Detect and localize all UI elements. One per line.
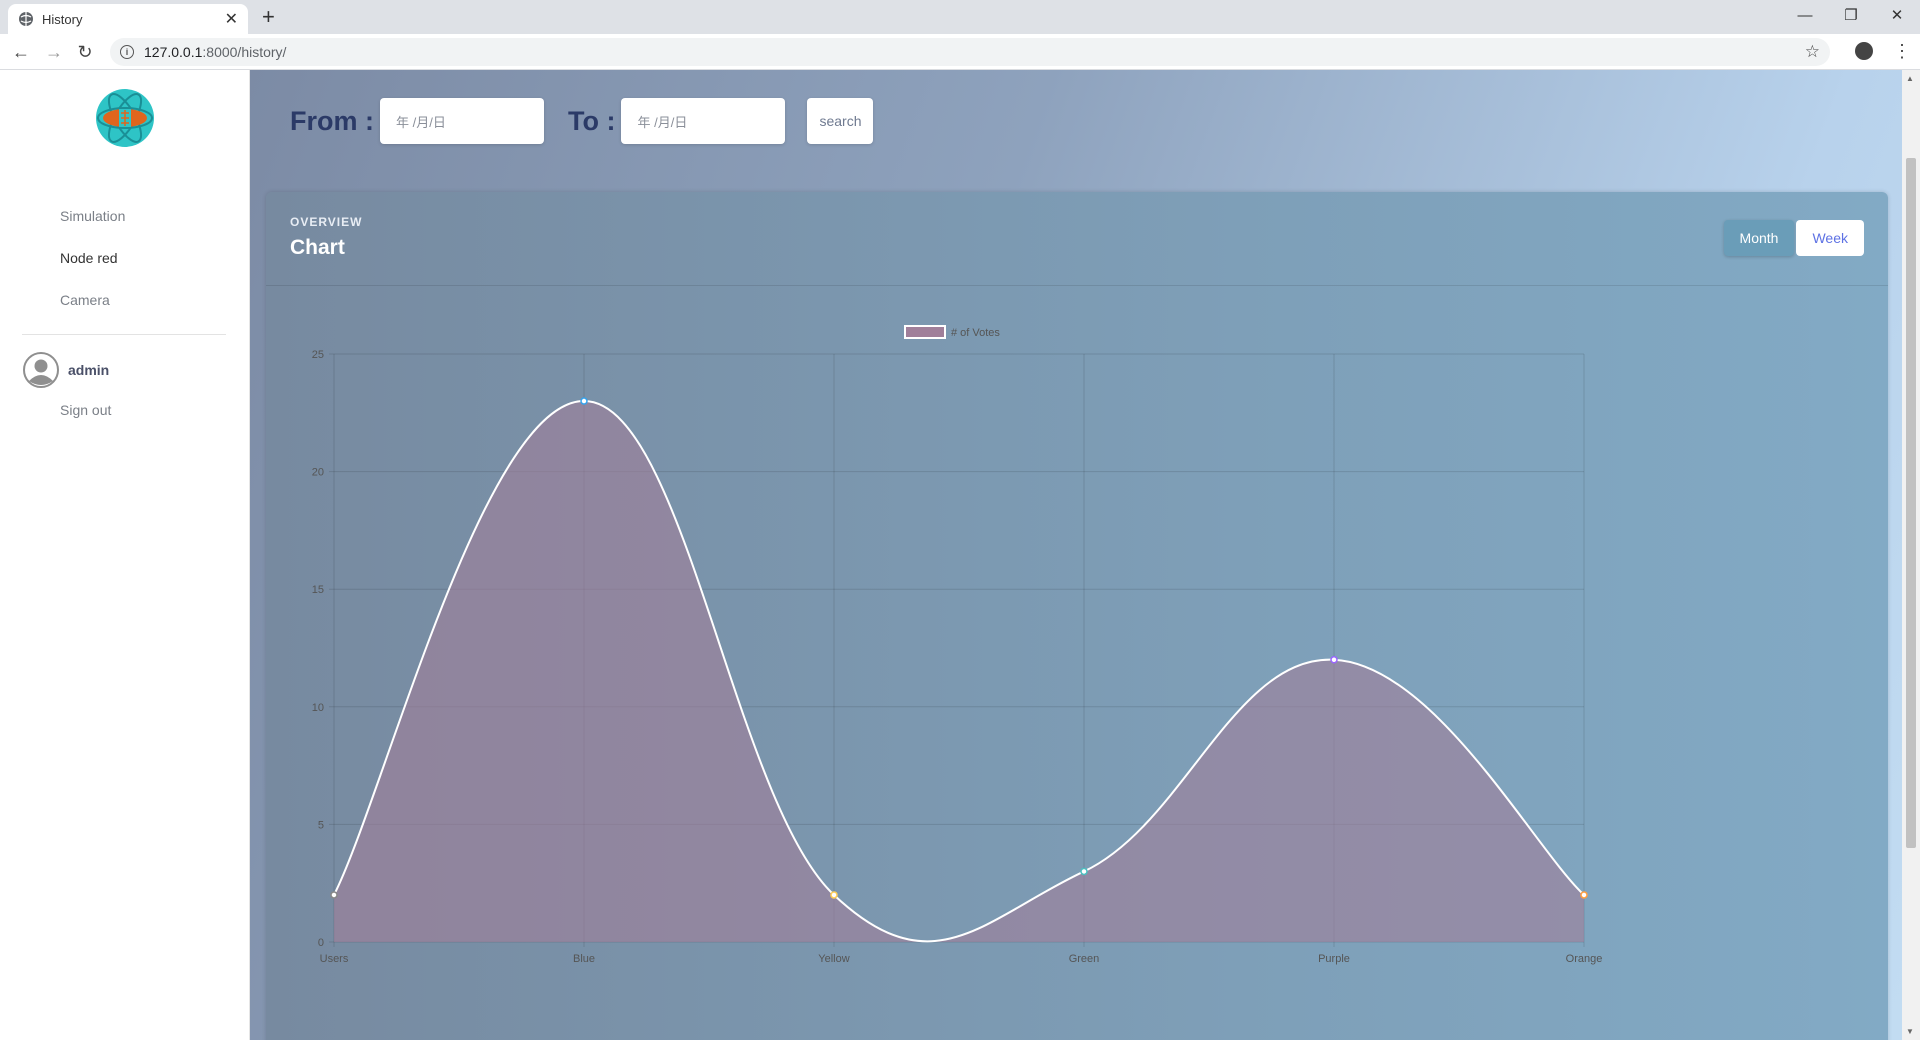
close-window-icon[interactable]: ✕ (1874, 0, 1920, 30)
globe-icon (19, 12, 33, 26)
user-name[interactable]: admin (68, 362, 109, 378)
browser-tab[interactable]: History ✕ (8, 4, 248, 34)
x-tick-label: Users (320, 953, 349, 965)
scroll-up-icon[interactable]: ▲ (1906, 74, 1914, 83)
x-tick-label: Yellow (818, 953, 849, 965)
forward-icon[interactable]: → (43, 41, 65, 63)
url-text: 127.0.0.1:8000/history/ (144, 44, 287, 60)
app-logo[interactable] (95, 88, 155, 148)
sidebar-item-node-red[interactable]: Node red (60, 250, 118, 266)
scroll-down-icon[interactable]: ▼ (1906, 1027, 1914, 1036)
to-date-input[interactable]: 年 /月/日 (621, 98, 786, 144)
back-icon[interactable]: ← (10, 41, 32, 63)
avatar-icon (23, 352, 59, 388)
search-button[interactable]: search (807, 98, 874, 144)
data-point (580, 397, 588, 405)
date-filter: From : 年 /月/日 To : 年 /月/日 search (290, 98, 874, 144)
data-point (1330, 656, 1338, 664)
address-bar[interactable]: i 127.0.0.1:8000/history/ ☆ (110, 38, 1830, 66)
scroll-thumb[interactable] (1906, 158, 1916, 848)
bookmark-star-icon[interactable]: ☆ (1805, 42, 1820, 62)
sidebar-item-camera[interactable]: Camera (60, 292, 110, 308)
to-label: To : (568, 105, 616, 136)
card-title: Chart (290, 236, 345, 259)
browser-toolbar: ← → ↻ i 127.0.0.1:8000/history/ ☆ ⋮ (0, 34, 1920, 70)
card-overline: OVERVIEW (290, 215, 363, 229)
from-date-input[interactable]: 年 /月/日 (380, 98, 544, 144)
browser-menu-icon[interactable]: ⋮ (1893, 41, 1911, 62)
data-point (330, 891, 338, 899)
data-point (830, 891, 838, 899)
y-tick-label: 15 (312, 584, 324, 596)
card-header: OVERVIEW Chart Month Week (266, 192, 1888, 286)
profile-icon[interactable] (1855, 42, 1873, 60)
series-area (334, 401, 1584, 942)
data-point (1580, 891, 1588, 899)
window-controls: — ❐ ✕ (1782, 0, 1920, 30)
legend-label: # of Votes (951, 327, 1000, 339)
line-chart: 0 5 10 15 20 25 Users Blue Yellow Green Purple Oran… (312, 325, 1603, 965)
chart-card: OVERVIEW Chart Month Week 0 5 10 15 20 25 User… (266, 192, 1888, 1040)
sidebar: Simulation Node red Camera admin Sign ou… (0, 70, 250, 1040)
main-content: From : 年 /月/日 To : 年 /月/日 search OVERVIE… (250, 70, 1902, 1040)
week-button[interactable]: Week (1796, 220, 1864, 256)
y-tick-label: 0 (318, 937, 324, 949)
from-label: From : (290, 105, 374, 136)
chart-area: 0 5 10 15 20 25 Users Blue Yellow Green Purple Oran… (266, 312, 1888, 1040)
page-scrollbar[interactable]: ▲ ▼ (1902, 70, 1920, 1040)
y-tick-label: 20 (312, 467, 324, 479)
y-tick-label: 25 (312, 349, 324, 361)
x-tick-label: Purple (1318, 953, 1350, 965)
period-toggle: Month Week (1723, 220, 1864, 256)
page: Simulation Node red Camera admin Sign ou… (0, 70, 1920, 1040)
data-point (1080, 867, 1088, 876)
x-tick-label: Green (1069, 953, 1100, 965)
restore-icon[interactable]: ❐ (1828, 0, 1874, 30)
x-tick-label: Orange (1566, 953, 1603, 965)
month-button[interactable]: Month (1723, 220, 1795, 256)
x-tick-label: Blue (573, 953, 595, 965)
y-tick-label: 10 (312, 702, 324, 714)
sign-out-link[interactable]: Sign out (60, 402, 111, 418)
sidebar-divider (22, 334, 226, 335)
reload-icon[interactable]: ↻ (74, 41, 96, 63)
close-tab-icon[interactable]: ✕ (225, 9, 238, 29)
y-tick-label: 5 (318, 819, 324, 831)
new-tab-icon[interactable]: + (262, 6, 275, 28)
tab-title: History (42, 11, 83, 27)
browser-tabbar: History ✕ + — ❐ ✕ (0, 0, 1920, 34)
minimize-icon[interactable]: — (1782, 0, 1828, 30)
sidebar-item-simulation[interactable]: Simulation (60, 208, 125, 224)
legend-swatch (904, 325, 946, 339)
info-icon[interactable]: i (120, 45, 134, 59)
